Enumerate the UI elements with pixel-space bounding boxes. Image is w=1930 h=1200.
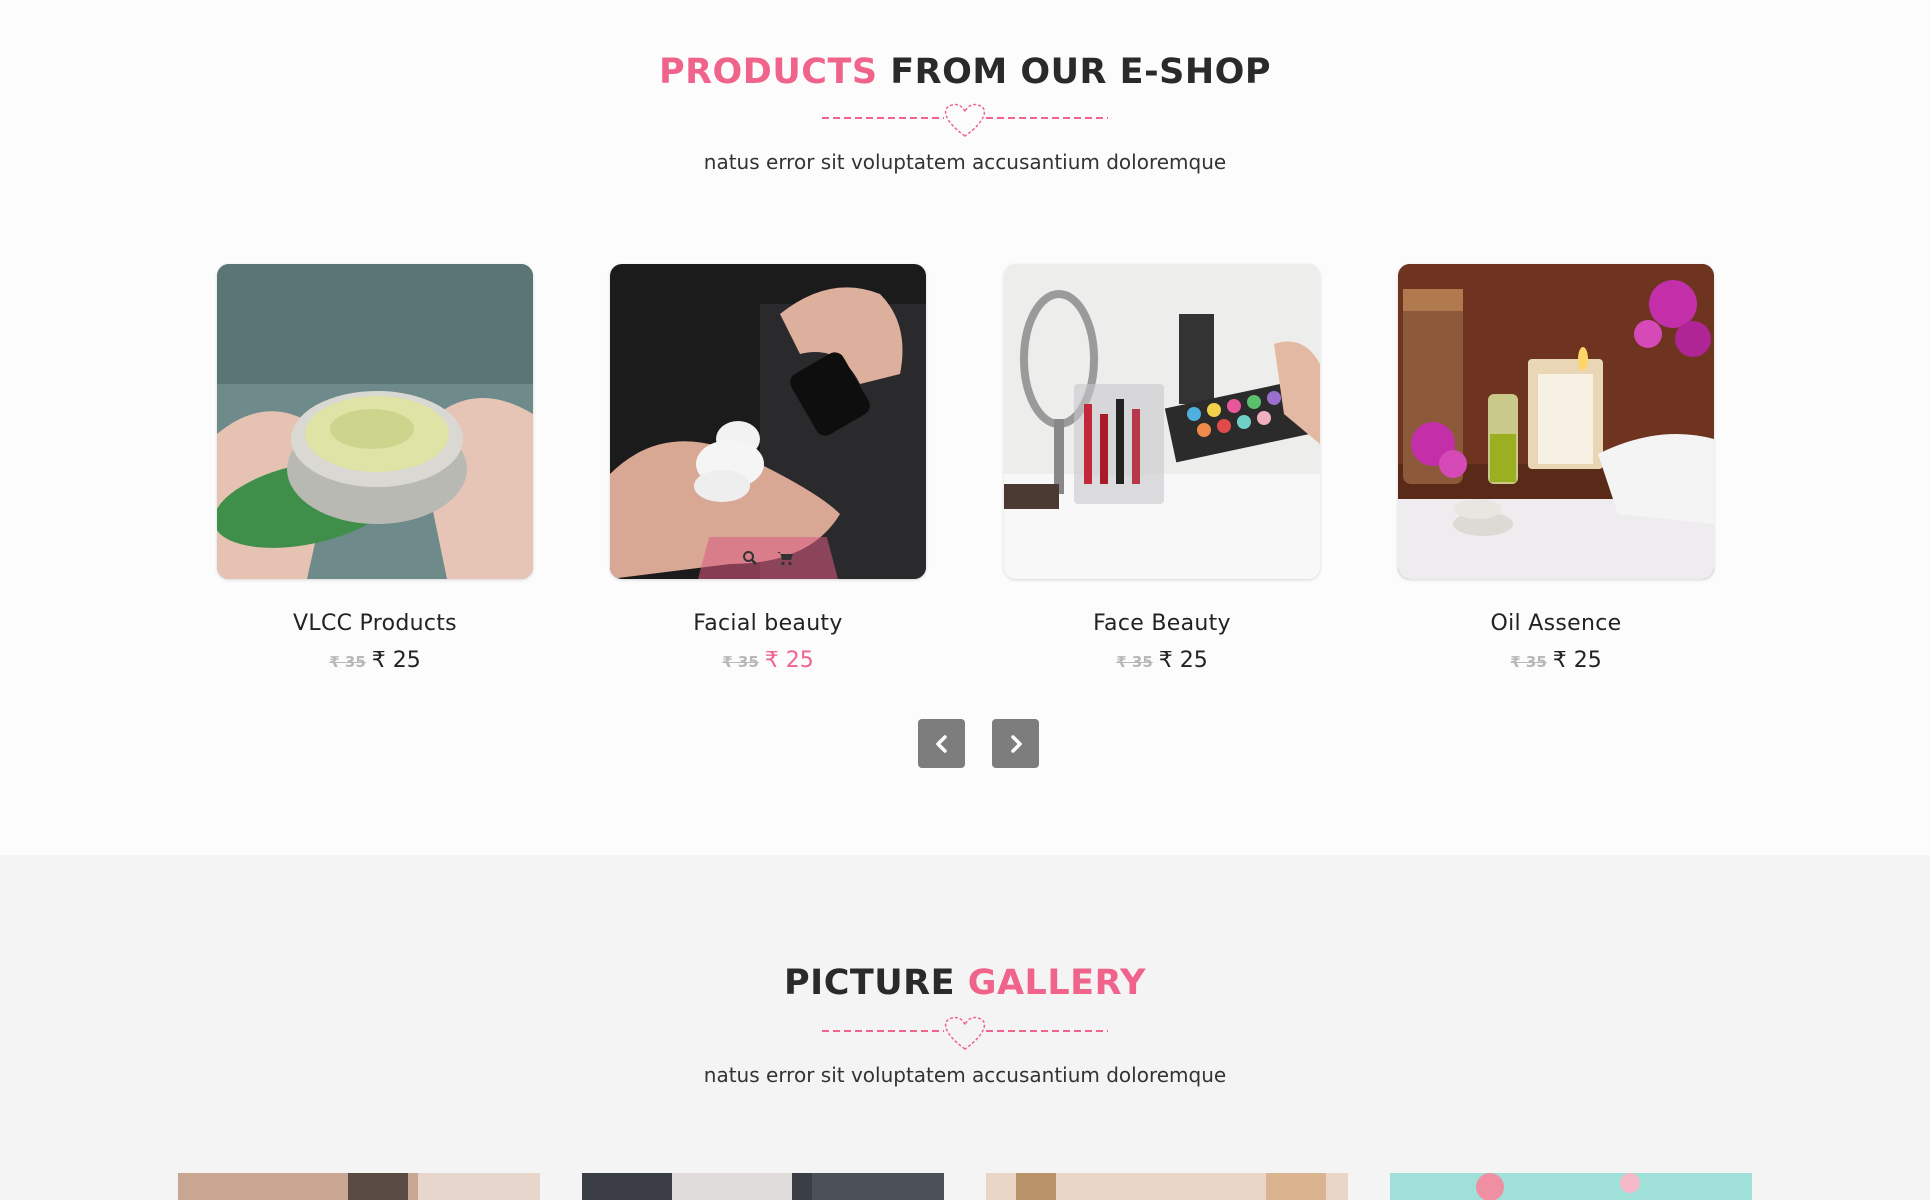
- current-price: ₹ 25: [1158, 648, 1208, 673]
- product-card[interactable]: VLCC Products ₹ 35 ₹ 25: [217, 264, 533, 673]
- carousel-next-button[interactable]: [992, 719, 1039, 768]
- old-price: ₹ 35: [1510, 653, 1547, 671]
- product-card[interactable]: Face Beauty ₹ 35 ₹ 25: [1004, 264, 1320, 673]
- product-name[interactable]: Face Beauty: [1004, 611, 1320, 636]
- product-price: ₹ 35 ₹ 25: [217, 648, 533, 673]
- product-image[interactable]: [1398, 264, 1714, 579]
- current-price: ₹ 25: [371, 648, 421, 673]
- gallery-heading: PICTURE GALLERY: [0, 963, 1930, 1003]
- gallery-heading-accent: GALLERY: [967, 963, 1146, 1003]
- product-price: ₹ 35 ₹ 25: [1398, 648, 1714, 673]
- products-heading-rest: FROM OUR E-SHOP: [890, 52, 1272, 92]
- product-image[interactable]: [1004, 264, 1320, 579]
- products-section: PRODUCTS FROM OUR E-SHOP natus error sit…: [0, 0, 1930, 855]
- search-icon[interactable]: [742, 550, 758, 566]
- current-price: ₹ 25: [1552, 648, 1602, 673]
- chevron-left-icon: [935, 734, 947, 753]
- current-price: ₹ 25: [764, 648, 814, 673]
- old-price: ₹ 35: [329, 653, 366, 671]
- carousel-prev-button[interactable]: [918, 719, 965, 768]
- heart-divider-icon: [822, 103, 1108, 137]
- gallery-thumbnail[interactable]: [582, 1173, 944, 1200]
- product-price: ₹ 35 ₹ 25: [1004, 648, 1320, 673]
- gallery-thumbnail[interactable]: [986, 1173, 1348, 1200]
- gallery-thumbnail[interactable]: [178, 1173, 540, 1200]
- quick-actions-bar: [698, 537, 838, 579]
- old-price: ₹ 35: [722, 653, 759, 671]
- heart-divider-icon: [822, 1016, 1108, 1050]
- gallery-subtitle: natus error sit voluptatem accusantium d…: [703, 1063, 1227, 1087]
- products-heading: PRODUCTS FROM OUR E-SHOP: [0, 52, 1930, 92]
- old-price: ₹ 35: [1116, 653, 1153, 671]
- products-heading-accent: PRODUCTS: [658, 52, 878, 92]
- product-card[interactable]: Oil Assence ₹ 35 ₹ 25: [1398, 264, 1714, 673]
- product-name[interactable]: Facial beauty: [610, 611, 926, 636]
- product-name[interactable]: VLCC Products: [217, 611, 533, 636]
- product-image[interactable]: [610, 264, 926, 579]
- cart-icon[interactable]: [776, 550, 794, 566]
- gallery-section: PICTURE GALLERY natus error sit voluptat…: [0, 855, 1930, 1200]
- product-name[interactable]: Oil Assence: [1398, 611, 1714, 636]
- gallery-thumbnail[interactable]: [1390, 1173, 1752, 1200]
- product-image[interactable]: [217, 264, 533, 579]
- gallery-heading-rest: PICTURE: [784, 963, 956, 1003]
- products-subtitle: natus error sit voluptatem accusantium d…: [703, 150, 1227, 174]
- product-card[interactable]: Facial beauty ₹ 35 ₹ 25: [610, 264, 926, 673]
- chevron-right-icon: [1010, 734, 1022, 753]
- product-price: ₹ 35 ₹ 25: [610, 648, 926, 673]
